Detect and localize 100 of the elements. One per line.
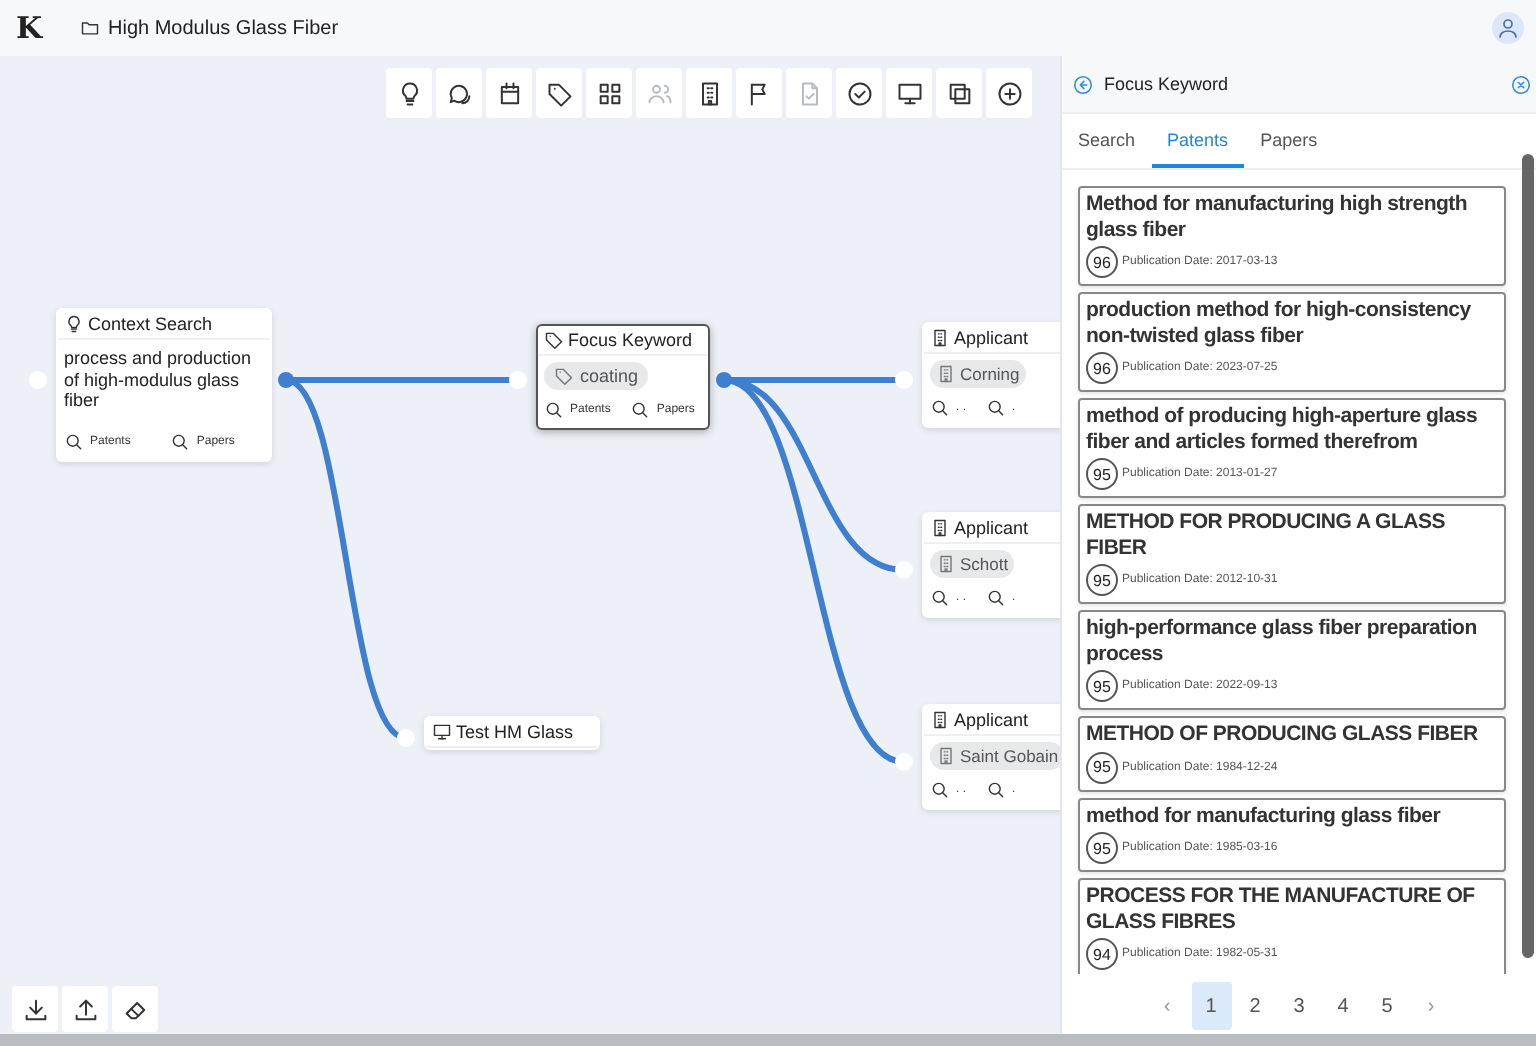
node-title: Focus Keyword [568, 330, 693, 350]
user-icon [1496, 16, 1520, 40]
connection-handle[interactable] [895, 371, 913, 389]
monitor-icon [895, 79, 923, 107]
keyword-chip[interactable]: Corning [930, 360, 1026, 388]
tag-icon [544, 330, 564, 350]
patent-title: production method for high-consistency non-twisted glass fiber [1086, 298, 1473, 348]
toolbar-button[interactable] [386, 68, 432, 118]
building-icon [930, 710, 950, 730]
back-icon [1072, 73, 1094, 95]
search-icon [544, 400, 564, 420]
page-button[interactable]: 1 [1191, 982, 1231, 1030]
patent-title: method for manufacturing glass fiber [1086, 803, 1443, 828]
check-circle-icon [845, 79, 873, 107]
scrollbar[interactable] [1522, 154, 1534, 958]
close-button[interactable] [1510, 73, 1532, 95]
connection-handle[interactable] [895, 561, 913, 579]
toolbar-button[interactable] [586, 68, 632, 118]
toolbar-button[interactable] [686, 68, 732, 118]
score-badge: 94 [1086, 938, 1118, 970]
toolbar-button[interactable] [536, 68, 582, 118]
building-icon [936, 364, 956, 384]
lightbulb-icon [64, 314, 84, 334]
panel-title: Focus Keyword [1104, 74, 1229, 94]
download-icon [21, 995, 49, 1023]
eraser-button[interactable] [112, 986, 158, 1032]
page-button[interactable]: 5 [1367, 982, 1407, 1030]
patent-title: method of producing high-aperture glass fiber and articles formed therefrom [1086, 404, 1480, 454]
search-icon [930, 398, 950, 418]
search-icon [630, 400, 651, 420]
patent-title: Method for manufacturing high strength glass fiber [1086, 192, 1470, 242]
search-icon [930, 588, 950, 608]
people-icon [645, 79, 673, 107]
download-button[interactable] [12, 986, 58, 1032]
building-icon [930, 328, 950, 348]
connection-handle[interactable] [509, 371, 527, 389]
panel-tab[interactable]: Search [1078, 114, 1152, 168]
patent-title: high-performance glass fiber preparation process [1086, 616, 1479, 666]
user-avatar[interactable] [1492, 12, 1524, 44]
toolbar-button[interactable] [436, 68, 482, 118]
search-icon [930, 780, 950, 800]
app-logo[interactable]: K [16, 10, 48, 46]
back-button[interactable] [1072, 73, 1094, 95]
close-icon [1510, 73, 1532, 95]
node-title: Applicant [954, 518, 1029, 538]
score-badge: 95 [1086, 458, 1118, 490]
keyword-chip[interactable]: Schott [930, 550, 1015, 578]
page-button[interactable]: 3 [1279, 982, 1319, 1030]
building-icon [936, 746, 956, 766]
plus-icon [995, 79, 1023, 107]
upload-icon [71, 995, 99, 1023]
toolbar-button[interactable] [936, 68, 982, 118]
connection-handle[interactable] [397, 729, 415, 747]
monitor-icon [432, 722, 452, 742]
toolbar-button[interactable] [736, 68, 782, 118]
patent-title: METHOD OF PRODUCING GLASS FIBER [1086, 722, 1480, 747]
node-title: Applicant [954, 710, 1029, 730]
tag-icon [554, 366, 574, 386]
node-title: Applicant [954, 328, 1029, 348]
connection-handle[interactable] [716, 372, 732, 388]
node-title: Context Search [88, 314, 213, 334]
score-badge: 95 [1086, 751, 1118, 783]
toolbar-button[interactable] [486, 68, 532, 118]
score-badge: 95 [1086, 832, 1118, 864]
building-icon [936, 554, 956, 574]
search-icon [170, 431, 191, 451]
diagram-node[interactable]: Test HM Glass [424, 716, 600, 750]
panel-tab[interactable]: Patents [1151, 114, 1245, 168]
score-badge: 96 [1086, 246, 1118, 278]
project-title: High Modulus Glass Fiber [108, 17, 339, 39]
search-icon [986, 780, 1007, 800]
score-badge: 95 [1086, 670, 1118, 702]
panel-tab[interactable]: Papers [1244, 114, 1334, 168]
search-icon [986, 588, 1007, 608]
chat-icon [445, 79, 473, 107]
node-text: process and production of high-modulus glass fiber [62, 346, 254, 414]
score-badge: 95 [1086, 564, 1118, 596]
search-icon [64, 431, 84, 451]
score-badge: 96 [1086, 352, 1118, 384]
patent-title: METHOD FOR PRODUCING A GLASS FIBER [1086, 510, 1447, 560]
page-button[interactable]: 2 [1235, 982, 1275, 1030]
upload-button[interactable] [62, 986, 108, 1032]
connection-handle[interactable] [278, 372, 294, 388]
building-icon [930, 518, 950, 538]
toolbar-button[interactable] [886, 68, 932, 118]
page-button[interactable]: 4 [1323, 982, 1363, 1030]
scrollbar[interactable] [0, 1034, 1536, 1046]
patent-title: PROCESS FOR THE MANUFACTURE OF GLASS FIBRES [1086, 884, 1477, 934]
toolbar-button[interactable] [836, 68, 882, 118]
tag-icon [545, 79, 573, 107]
node-title: Test HM Glass [456, 722, 574, 742]
connection-handle[interactable] [895, 753, 913, 771]
keyword-chip[interactable]: coating [544, 362, 649, 390]
grid-icon [595, 79, 623, 107]
folder-icon [80, 18, 100, 38]
search-icon [986, 398, 1007, 418]
toolbar-button[interactable] [986, 68, 1032, 118]
calendar-icon [495, 79, 523, 107]
keyword-chip[interactable]: Saint Gobain [930, 742, 1060, 770]
copy-icon [945, 79, 973, 107]
